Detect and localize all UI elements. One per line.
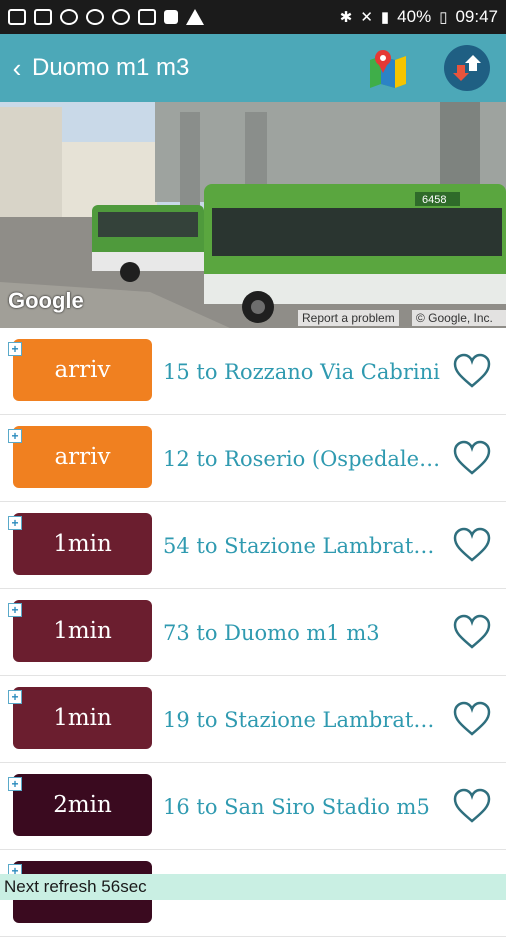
favorite-button[interactable] [452, 439, 492, 477]
warning-icon [186, 9, 204, 25]
heart-icon [453, 440, 491, 475]
chrome-icon [60, 9, 78, 25]
route-label: 73 to Duomo m1 m3 [163, 620, 380, 645]
chrome-icon [86, 9, 104, 25]
sort-arrows-icon [453, 55, 481, 81]
back-chevron-icon[interactable]: ‹ [2, 53, 32, 84]
list-item[interactable]: 1min + 19 to Stazione Lambrate... [0, 676, 506, 763]
favorite-button[interactable] [452, 352, 492, 390]
map-icon [370, 50, 406, 88]
page-title: Duomo m1 m3 [32, 54, 190, 81]
google-logo: Google [8, 288, 84, 313]
time-badge: arriv [13, 426, 152, 488]
route-label: 15 to Rozzano Via Cabrini [163, 359, 440, 384]
list-item[interactable]: 2min + 16 to San Siro Stadio m5 [0, 763, 506, 850]
add-icon[interactable]: + [8, 777, 22, 791]
signal-icon: ▮ [380, 9, 390, 26]
time-badge: 1min [13, 513, 152, 575]
favorite-button[interactable] [452, 700, 492, 738]
bus-number: 6458 [422, 194, 446, 206]
copyright: © Google, Inc. [412, 310, 506, 326]
heart-box-icon [138, 9, 156, 25]
report-problem-link[interactable]: Report a problem [298, 310, 399, 326]
image-icon [8, 9, 26, 25]
route-label: 54 to Stazione Lambrate... [163, 533, 441, 558]
favorite-button[interactable] [452, 787, 492, 825]
favorite-button[interactable] [452, 526, 492, 564]
heart-icon [453, 527, 491, 562]
mail-icon [34, 9, 52, 25]
add-icon[interactable]: + [8, 429, 22, 443]
app-bar: ‹ Duomo m1 m3 [0, 34, 506, 102]
battery-icon: ▯ [439, 9, 448, 26]
list-item[interactable]: 1min + 54 to Stazione Lambrate... [0, 502, 506, 589]
add-icon[interactable]: + [8, 690, 22, 704]
battery-percent: 40% [397, 7, 432, 26]
heart-icon [453, 614, 491, 649]
route-label: 16 to San Siro Stadio m5 [163, 794, 430, 819]
time-badge: arriv [13, 339, 152, 401]
mute-icon: ✕ [360, 9, 373, 26]
heart-icon [453, 701, 491, 736]
notification-icons [8, 9, 204, 25]
refresh-status: Next refresh 56sec [0, 874, 506, 900]
list-item[interactable]: 1min + 73 to Duomo m1 m3 [0, 589, 506, 676]
arrivals-list: arriv + 15 to Rozzano Via Cabrini arriv … [0, 328, 506, 937]
flipboard-icon [164, 10, 178, 24]
heart-icon [453, 353, 491, 388]
time-badge: 1min [13, 687, 152, 749]
time-badge: 1min [13, 600, 152, 662]
route-label: 19 to Stazione Lambrate... [163, 707, 441, 732]
status-bar: ✱ ✕ ▮ 40% ▯ 09:47 [0, 0, 506, 34]
bluetooth-icon: ✱ [339, 9, 353, 26]
route-label: 12 to Roserio (Ospedale S... [163, 446, 441, 471]
map-button[interactable] [366, 46, 410, 90]
chrome-icon [112, 9, 130, 25]
sort-button[interactable] [444, 45, 490, 91]
street-view-image[interactable]: 6458 Google Report a problem © Google, I… [0, 102, 506, 328]
add-icon[interactable]: + [8, 342, 22, 356]
list-item[interactable]: arriv + 12 to Roserio (Ospedale S... [0, 415, 506, 502]
heart-icon [453, 788, 491, 823]
add-icon[interactable]: + [8, 603, 22, 617]
clock: 09:47 [455, 7, 498, 26]
list-item[interactable]: arriv + 15 to Rozzano Via Cabrini [0, 328, 506, 415]
add-icon[interactable]: + [8, 516, 22, 530]
favorite-button[interactable] [452, 613, 492, 651]
time-badge: 2min [13, 774, 152, 836]
